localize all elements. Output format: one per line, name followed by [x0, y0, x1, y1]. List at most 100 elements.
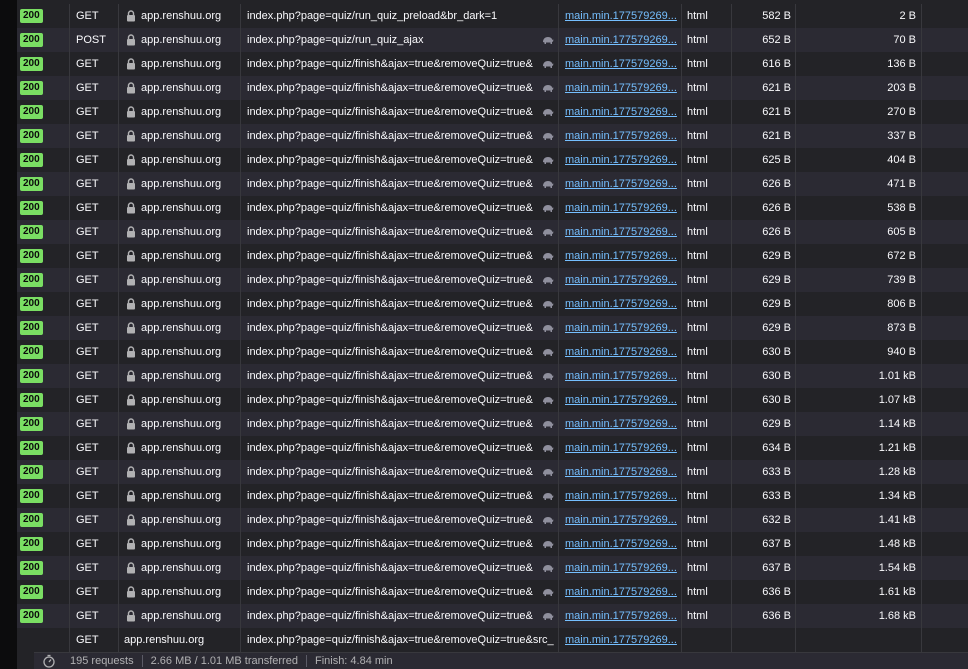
status-badge: 200 — [20, 129, 43, 144]
initiator-link[interactable]: main.min.177579269... — [565, 466, 677, 478]
file-cell: index.php?page=quiz/run_quiz_ajax — [241, 28, 559, 52]
size-cell: 1.41 kB — [796, 508, 922, 532]
status-cell: 200 — [17, 268, 70, 292]
initiator-link[interactable]: main.min.177579269... — [565, 442, 677, 454]
request-row[interactable]: 200 GET app.renshuu.org index.php?page=q… — [17, 292, 968, 316]
domain-text: app.renshuu.org — [141, 346, 222, 358]
initiator-link[interactable]: main.min.177579269... — [565, 58, 677, 70]
initiator-link[interactable]: main.min.177579269... — [565, 202, 677, 214]
initiator-link[interactable]: main.min.177579269... — [565, 634, 677, 646]
initiator-link[interactable]: main.min.177579269... — [565, 514, 677, 526]
domain-text: app.renshuu.org — [124, 634, 205, 646]
initiator-link[interactable]: main.min.177579269... — [565, 610, 677, 622]
size-cell: 1.21 kB — [796, 436, 922, 460]
request-row[interactable]: 200 GET app.renshuu.org index.php?page=q… — [17, 388, 968, 412]
request-row[interactable]: 200 GET app.renshuu.org index.php?page=q… — [17, 148, 968, 172]
type-cell: html — [682, 220, 732, 244]
initiator-link[interactable]: main.min.177579269... — [565, 154, 677, 166]
status-cell: 200 — [17, 364, 70, 388]
initiator-link[interactable]: main.min.177579269... — [565, 346, 677, 358]
initiator-link[interactable]: main.min.177579269... — [565, 370, 677, 382]
request-row[interactable]: 200 POST app.renshuu.org index.php?page=… — [17, 28, 968, 52]
status-badge: 200 — [20, 321, 43, 336]
waterfall-cell — [922, 76, 968, 100]
initiator-link[interactable]: main.min.177579269... — [565, 34, 677, 46]
tracker-icon — [543, 61, 554, 68]
initiator-link[interactable]: main.min.177579269... — [565, 394, 677, 406]
method-cell: GET — [70, 172, 119, 196]
request-row[interactable]: 200 GET app.renshuu.org index.php?page=q… — [17, 364, 968, 388]
size-cell — [796, 628, 922, 652]
request-row[interactable]: 200 GET app.renshuu.org index.php?page=q… — [17, 412, 968, 436]
lock-icon — [127, 538, 135, 550]
initiator-link[interactable]: main.min.177579269... — [565, 490, 677, 502]
initiator-link[interactable]: main.min.177579269... — [565, 250, 677, 262]
request-row[interactable]: 200 GET app.renshuu.org index.php?page=q… — [17, 4, 968, 28]
lock-icon — [127, 58, 135, 70]
initiator-link[interactable]: main.min.177579269... — [565, 274, 677, 286]
request-row[interactable]: 200 GET app.renshuu.org index.php?page=q… — [17, 268, 968, 292]
request-row[interactable]: 200 GET app.renshuu.org index.php?page=q… — [17, 460, 968, 484]
stopwatch-icon[interactable] — [42, 654, 56, 668]
waterfall-cell — [922, 412, 968, 436]
domain-text: app.renshuu.org — [141, 322, 222, 334]
lock-icon — [127, 466, 135, 478]
status-cell: 200 — [17, 100, 70, 124]
initiator-link[interactable]: main.min.177579269... — [565, 322, 677, 334]
initiator-link[interactable]: main.min.177579269... — [565, 418, 677, 430]
request-row[interactable]: 200 GET app.renshuu.org index.php?page=q… — [17, 76, 968, 100]
request-row[interactable]: 200 GET app.renshuu.org index.php?page=q… — [17, 580, 968, 604]
waterfall-cell — [922, 172, 968, 196]
request-row[interactable]: 200 GET app.renshuu.org index.php?page=q… — [17, 340, 968, 364]
domain-text: app.renshuu.org — [141, 154, 222, 166]
initiator-link[interactable]: main.min.177579269... — [565, 586, 677, 598]
initiator-link[interactable]: main.min.177579269... — [565, 106, 677, 118]
request-row[interactable]: 200 GET app.renshuu.org index.php?page=q… — [17, 124, 968, 148]
file-text: index.php?page=quiz/finish&ajax=true&rem… — [247, 226, 533, 238]
initiator-link[interactable]: main.min.177579269... — [565, 562, 677, 574]
status-cell: 200 — [17, 196, 70, 220]
status-cell: 200 — [17, 316, 70, 340]
initiator-link[interactable]: main.min.177579269... — [565, 538, 677, 550]
status-cell: 200 — [17, 4, 70, 28]
initiator-link[interactable]: main.min.177579269... — [565, 178, 677, 190]
lock-icon — [127, 226, 135, 238]
request-row[interactable]: 200 GET app.renshuu.org index.php?page=q… — [17, 244, 968, 268]
size-cell: 1.54 kB — [796, 556, 922, 580]
initiator-cell: main.min.177579269... — [559, 340, 682, 364]
file-cell: index.php?page=quiz/finish&ajax=true&rem… — [241, 244, 559, 268]
domain-text: app.renshuu.org — [141, 370, 222, 382]
request-row[interactable]: 200 GET app.renshuu.org index.php?page=q… — [17, 484, 968, 508]
request-row[interactable]: 200 GET app.renshuu.org index.php?page=q… — [17, 532, 968, 556]
request-row[interactable]: 200 GET app.renshuu.org index.php?page=q… — [17, 556, 968, 580]
initiator-link[interactable]: main.min.177579269... — [565, 10, 677, 22]
waterfall-cell — [922, 28, 968, 52]
request-row[interactable]: 200 GET app.renshuu.org index.php?page=q… — [17, 604, 968, 628]
initiator-link[interactable]: main.min.177579269... — [565, 226, 677, 238]
initiator-cell: main.min.177579269... — [559, 580, 682, 604]
file-cell: index.php?page=quiz/finish&ajax=true&rem… — [241, 172, 559, 196]
request-row[interactable]: 200 GET app.renshuu.org index.php?page=q… — [17, 52, 968, 76]
request-row[interactable]: 200 GET app.renshuu.org index.php?page=q… — [17, 172, 968, 196]
status-cell: 200 — [17, 244, 70, 268]
request-row[interactable]: 200 GET app.renshuu.org index.php?page=q… — [17, 100, 968, 124]
initiator-link[interactable]: main.min.177579269... — [565, 298, 677, 310]
initiator-cell: main.min.177579269... — [559, 124, 682, 148]
tracker-icon — [543, 349, 554, 356]
method-cell: GET — [70, 580, 119, 604]
request-row[interactable]: 200 GET app.renshuu.org index.php?page=q… — [17, 316, 968, 340]
status-cell: 200 — [17, 28, 70, 52]
domain-cell: app.renshuu.org — [119, 484, 241, 508]
request-row[interactable]: GET app.renshuu.org index.php?page=quiz/… — [17, 628, 968, 652]
domain-cell: app.renshuu.org — [119, 508, 241, 532]
file-cell: index.php?page=quiz/finish&ajax=true&rem… — [241, 148, 559, 172]
tracker-icon — [543, 253, 554, 260]
request-row[interactable]: 200 GET app.renshuu.org index.php?page=q… — [17, 436, 968, 460]
request-row[interactable]: 200 GET app.renshuu.org index.php?page=q… — [17, 196, 968, 220]
initiator-link[interactable]: main.min.177579269... — [565, 130, 677, 142]
request-row[interactable]: 200 GET app.renshuu.org index.php?page=q… — [17, 220, 968, 244]
initiator-link[interactable]: main.min.177579269... — [565, 82, 677, 94]
request-row[interactable]: 200 GET app.renshuu.org index.php?page=q… — [17, 508, 968, 532]
file-text: index.php?page=quiz/finish&ajax=true&rem… — [247, 610, 533, 622]
tracker-icon — [543, 565, 554, 572]
